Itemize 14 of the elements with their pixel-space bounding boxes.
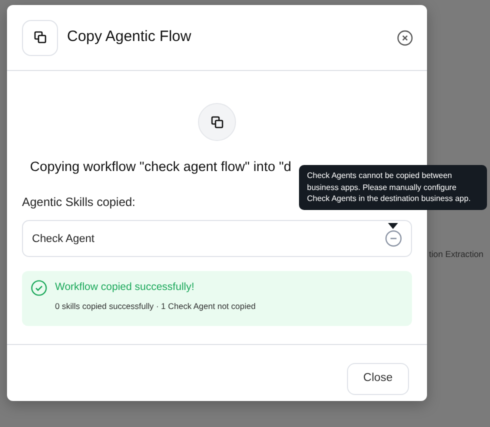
- result-detail: 0 skills copied successfully · 1 Check Agent not copied: [55, 300, 257, 313]
- close-button[interactable]: Close: [347, 363, 409, 395]
- tooltip-arrow: [388, 223, 398, 229]
- copy-icon: [22, 20, 58, 56]
- section-label: Agentic Skills copied:: [22, 194, 136, 212]
- copy-icon: [198, 103, 236, 141]
- result-message: Workflow copied successfully!: [55, 280, 194, 296]
- tooltip: Check Agents cannot be copied between business apps. Please manually configure Check Agents in the destination business app.: [299, 165, 487, 210]
- background-text: tion Extraction: [429, 248, 484, 261]
- skill-name: Check Agent: [32, 232, 94, 246]
- check-circle-icon: [31, 280, 47, 296]
- dialog-title: Copy Agentic Flow: [67, 27, 192, 48]
- copy-status-heading: Copying workflow "check agent flow" into "d: [30, 158, 292, 176]
- close-icon[interactable]: [397, 30, 413, 46]
